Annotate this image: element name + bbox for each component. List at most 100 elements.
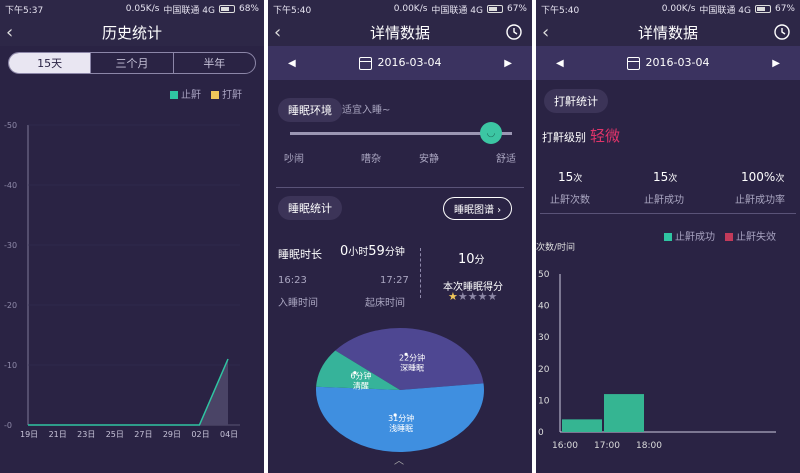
title-bar: ‹ 历史统计 xyxy=(0,18,264,46)
x-tick-label: 23日 xyxy=(77,430,95,439)
date-bar: ◀ 2016-03-04 ▶ xyxy=(268,46,532,80)
prev-day-arrow-icon[interactable]: ◀ xyxy=(288,58,296,69)
wake-label: 起床时间 xyxy=(365,298,405,309)
y-tick-label: -30 xyxy=(4,241,17,250)
tab-15-days[interactable]: 15天 xyxy=(9,53,92,73)
date-display[interactable]: 2016-03-04 xyxy=(358,56,441,70)
star-rating-icon: ★★★★★ xyxy=(448,290,498,303)
env-scale-comfort: 舒适 xyxy=(496,154,516,165)
status-bar: 下午5:40 0.00K/s 中国联通 4G 67% xyxy=(536,0,800,18)
x-tick-label: 17:00 xyxy=(594,441,620,451)
status-bar: 下午5:40 0.00K/s 中国联通 4G 67% xyxy=(268,0,532,18)
back-chevron-icon[interactable]: ‹ xyxy=(542,22,549,43)
x-tick-label: 19日 xyxy=(20,430,38,439)
tab-half-year[interactable]: 半年 xyxy=(174,53,255,73)
date-display[interactable]: 2016-03-04 xyxy=(626,56,709,70)
env-scale-loud: 嘈杂 xyxy=(361,154,381,165)
status-time: 下午5:37 xyxy=(5,5,44,16)
sleep-start-time: 16:23 xyxy=(278,275,307,286)
duration-value: 0小时59分钟 xyxy=(340,244,405,259)
y-tick-label: 20 xyxy=(538,365,550,375)
env-scale-quiet: 安静 xyxy=(419,154,439,165)
battery-icon xyxy=(754,5,771,13)
y-axis-label: 次数/时间 xyxy=(536,243,576,253)
y-tick-label: 40 xyxy=(538,302,550,312)
bar xyxy=(562,419,602,432)
stat-count: 15次 xyxy=(558,170,583,184)
snore-bar-chart: 50 40 30 20 10 0 16:00 17:00 18:00 xyxy=(538,270,776,451)
x-tick-label: 18:00 xyxy=(636,441,662,451)
y-tick-label: -10 xyxy=(4,361,17,370)
sleep-env-hint: 适宜入睡~ xyxy=(342,105,391,116)
y-tick-label: -20 xyxy=(4,301,17,310)
legend-success: 止鼾成功 xyxy=(664,228,715,243)
x-tick-label: 25日 xyxy=(106,430,124,439)
pie-value: 31分钟 xyxy=(388,413,414,423)
chart-legend: 止鼾 打鼾 xyxy=(170,86,242,101)
y-tick-label: 10 xyxy=(538,396,550,406)
y-tick-label: -0 xyxy=(4,421,12,430)
x-tick-label: 16:00 xyxy=(552,441,578,451)
stat-count-label: 止鼾次数 xyxy=(550,195,590,206)
stat-rate-label: 止鼾成功率 xyxy=(735,195,785,206)
next-day-arrow-icon[interactable]: ▶ xyxy=(772,58,780,69)
env-slider-track xyxy=(290,132,512,135)
next-day-arrow-icon[interactable]: ▶ xyxy=(504,58,512,69)
carrier: 中国联通 4G xyxy=(163,5,215,16)
calendar-icon xyxy=(358,56,372,70)
back-chevron-icon[interactable]: ‹ xyxy=(274,22,281,43)
env-scale-noisy: 吵闹 xyxy=(284,154,304,165)
net-speed: 0.00K/s xyxy=(661,4,696,14)
divider xyxy=(276,187,524,188)
back-chevron-icon[interactable]: ‹ xyxy=(6,22,13,43)
stat-success: 15次 xyxy=(653,170,678,184)
y-tick-label: -50 xyxy=(4,121,17,130)
page-title: 详情数据 xyxy=(369,23,430,42)
tab-three-months[interactable]: 三个月 xyxy=(91,53,174,73)
snore-level-value: 轻微 xyxy=(590,127,621,145)
battery-text: 67% xyxy=(506,4,527,14)
sleep-start-label: 入睡时间 xyxy=(278,298,318,309)
x-tick-label: 04日 xyxy=(220,430,238,439)
detail-panel: 下午5:40 0.00K/s 中国联通 4G 67% ‹ 详情数据 ◀ 2016… xyxy=(268,0,532,473)
snore-stats-label: 打鼾统计 xyxy=(544,89,608,113)
legend-stop-snore: 止鼾 xyxy=(170,86,201,101)
expand-up-icon[interactable]: ︿ xyxy=(394,452,404,467)
pie-label: 清醒 xyxy=(353,381,369,391)
stats-divider xyxy=(420,248,421,298)
battery-icon xyxy=(486,5,503,13)
range-tabs: 15天 三个月 半年 xyxy=(8,52,256,74)
y-tick-label: 50 xyxy=(538,270,550,280)
history-clock-icon[interactable] xyxy=(772,22,792,42)
net-speed: 0.00K/s xyxy=(393,4,428,14)
x-tick-label: 21日 xyxy=(49,430,67,439)
smile-icon: ◡ xyxy=(480,122,502,144)
title-bar: ‹ 详情数据 xyxy=(536,18,800,46)
page-title: 历史统计 xyxy=(101,23,162,42)
pie-label: 浅睡眠 xyxy=(389,423,413,433)
pie-label: 深睡眠 xyxy=(400,363,424,372)
battery-text: 67% xyxy=(774,4,795,14)
legend-snore: 打鼾 xyxy=(211,86,242,101)
x-tick-label: 29日 xyxy=(163,430,181,439)
history-panel: 下午5:37 0.05K/s 中国联通 4G 68% ‹ 历史统计 15天 三个… xyxy=(0,0,264,473)
carrier: 中国联通 4G xyxy=(431,5,483,16)
date-bar: ◀ 2016-03-04 ▶ xyxy=(536,46,800,80)
y-tick-label: 30 xyxy=(538,333,550,343)
sleep-chart-button[interactable]: 睡眠图谱 › xyxy=(443,197,513,220)
history-clock-icon[interactable] xyxy=(504,22,524,42)
x-tick-label: 02日 xyxy=(191,430,209,439)
carrier: 中国联通 4G xyxy=(699,5,751,16)
history-line-chart: -50 -40 -30 -20 -10 -0 19日 21日 23日 25日 27日 29日 02日 04… xyxy=(4,121,240,439)
sleep-score: 10分 xyxy=(458,252,485,267)
title-bar: ‹ 详情数据 xyxy=(268,18,532,46)
wake-time: 17:27 xyxy=(380,275,409,286)
prev-day-arrow-icon[interactable]: ◀ xyxy=(556,58,564,69)
pie-value: 6分钟 xyxy=(350,371,371,381)
legend-fail: 止鼾失效 xyxy=(725,228,776,243)
snore-level-label: 打鼾级别 xyxy=(542,131,586,144)
y-tick-label: 0 xyxy=(538,428,544,438)
calendar-icon xyxy=(626,56,640,70)
pie-value: 22分钟 xyxy=(399,352,425,362)
sleep-env-label: 睡眠环境 xyxy=(278,98,342,122)
